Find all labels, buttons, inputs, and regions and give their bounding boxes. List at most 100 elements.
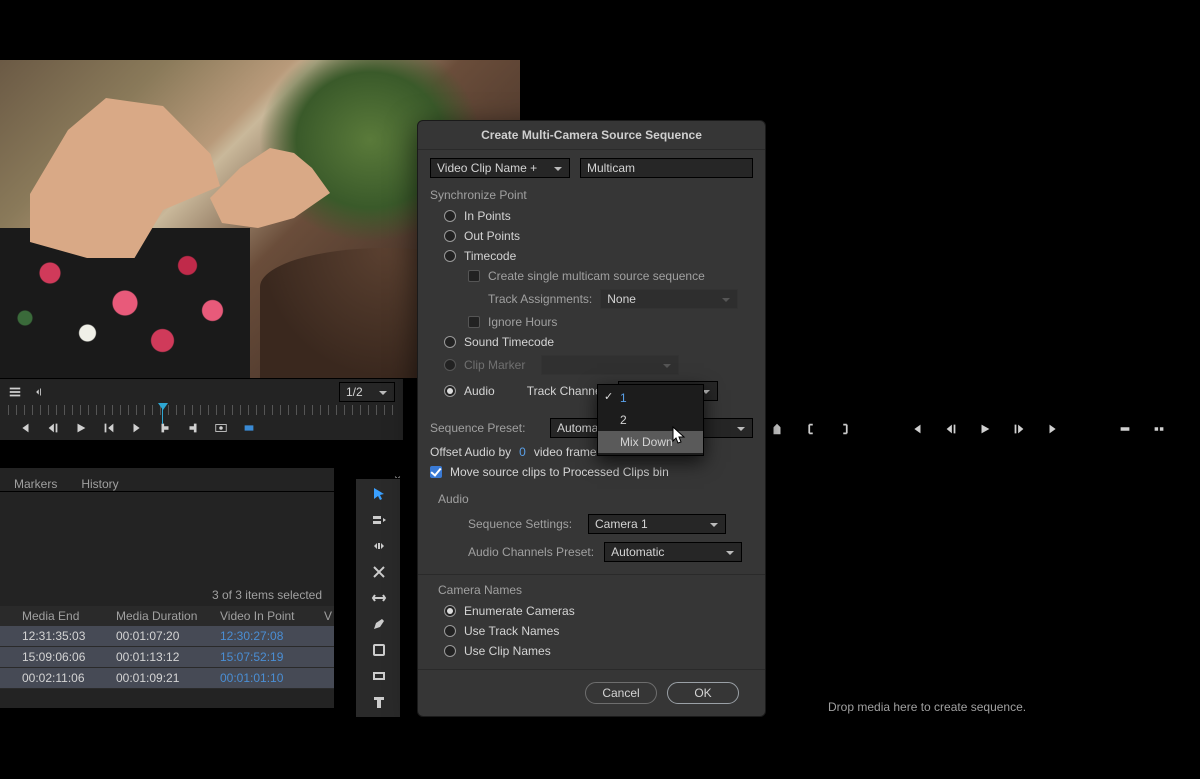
option-label: In Points [464,209,511,223]
cell-media-duration: 00:01:07:20 [116,629,216,643]
tab-markers[interactable]: Markers [14,477,57,491]
clipname-mode-select[interactable]: Video Clip Name + [430,158,570,178]
tab-history[interactable]: History [81,477,118,491]
go-to-in-icon[interactable] [910,422,924,436]
project-row[interactable]: 12:31:35:03 00:01:07:20 12:30:27:08 [0,626,334,647]
option-label: Out Points [464,229,520,243]
insert-icon[interactable] [242,421,256,435]
cell-video-in: 15:07:52:19 [220,650,320,664]
radio-icon [444,250,456,262]
sequence-name-input[interactable]: Multicam [580,158,753,178]
multicam-dialog: Create Multi-Camera Source Sequence Vide… [417,120,766,717]
radio-icon [444,336,456,348]
audio-channels-preset-value: Automatic [611,545,664,559]
play-icon[interactable] [74,421,88,435]
chevron-down-icon [662,360,672,370]
cell-media-end: 00:02:11:06 [22,671,112,685]
cancel-button[interactable]: Cancel [585,682,657,704]
option-label: Use Clip Names [464,644,551,658]
step-forward-icon[interactable] [102,421,116,435]
offset-audio-value[interactable]: 0 [519,445,526,459]
mark-in-brace-icon[interactable] [804,422,818,436]
razor-tool-icon[interactable] [360,561,398,583]
dropdown-item-label: Mix Down [620,435,673,449]
mark-in-icon[interactable] [158,421,172,435]
ripple-edit-tool-icon[interactable] [360,535,398,557]
sync-audio-option[interactable]: Audio Track Channel 1 [430,378,753,404]
timecode-single-source-option: Create single multicam source sequence [430,266,753,286]
chevron-down-icon [725,547,735,557]
export-frame-icon[interactable] [214,421,228,435]
monitor-time-ruler[interactable] [8,405,395,415]
go-to-out-icon[interactable] [1046,422,1060,436]
use-track-names-option[interactable]: Use Track Names [430,621,753,641]
step-back-icon[interactable] [944,422,958,436]
col-video-in[interactable]: Video In Point [220,609,320,623]
col-v[interactable]: V [324,609,344,623]
track-channel-dropdown[interactable]: 1 2 Mix Down [597,384,704,456]
dropdown-item[interactable]: 2 [598,409,703,431]
mark-out-brace-icon[interactable] [838,422,852,436]
playhead-icon[interactable] [158,403,168,410]
go-to-in-icon[interactable] [18,421,32,435]
preview-person [0,98,260,378]
radio-icon [444,625,456,637]
sequence-name-value: Multicam [587,161,635,175]
offset-audio-label: Offset Audio by [430,445,511,459]
sync-sound-timecode-option[interactable]: Sound Timecode [430,332,753,352]
radio-icon [444,385,456,397]
sequence-settings-select[interactable]: Camera 1 [588,514,726,534]
dropdown-item[interactable]: Mix Down [598,431,703,453]
col-media-duration[interactable]: Media Duration [116,609,216,623]
sync-clip-marker-option: Clip Marker [430,352,753,378]
extract-icon[interactable] [1152,422,1166,436]
pen-tool-icon[interactable] [360,613,398,635]
clipname-mode-value: Video Clip Name + [437,161,537,175]
source-transport [0,415,403,441]
chevron-down-icon [378,387,388,397]
project-row[interactable]: 15:09:06:06 00:01:13:12 15:07:52:19 [0,647,334,668]
add-marker-icon[interactable] [770,422,784,436]
project-columns-header: Media End Media Duration Video In Point … [0,606,334,626]
selection-tool-icon[interactable] [360,483,398,505]
play-icon[interactable] [978,422,992,436]
move-source-clips-option[interactable]: Move source clips to Processed Clips bin [430,462,753,482]
hand-tool-icon[interactable] [360,639,398,661]
ok-button[interactable]: OK [667,682,739,704]
sync-timecode-option[interactable]: Timecode [430,246,753,266]
clip-marker-select [541,355,679,375]
project-selection-status: 3 of 3 items selected [0,580,334,606]
use-clip-names-option[interactable]: Use Clip Names [430,641,753,661]
audio-section-label: Audio [430,492,753,506]
chevron-down-icon [553,163,563,173]
project-row[interactable]: 00:02:11:06 00:01:09:21 00:01:01:10 [0,668,334,689]
audio-channels-preset-select[interactable]: Automatic [604,542,742,562]
col-media-end[interactable]: Media End [22,609,112,623]
radio-icon [444,210,456,222]
slip-tool-icon[interactable] [360,587,398,609]
step-back-icon[interactable] [46,421,60,435]
step-forward-icon[interactable] [1012,422,1026,436]
zoom-fit-select[interactable]: 1/2 [339,382,395,402]
mark-out-icon[interactable] [186,421,200,435]
list-view-icon[interactable] [8,385,22,399]
type-tool-icon[interactable] [360,691,398,713]
dropdown-item-label: 2 [620,413,627,427]
offset-audio-suffix: video frames. [534,445,606,459]
rectangle-tool-icon[interactable] [360,665,398,687]
track-assignments-select: None [600,289,738,309]
marker-drag-icon[interactable] [30,385,44,399]
track-select-tool-icon[interactable] [360,509,398,531]
sequence-settings-value: Camera 1 [595,517,648,531]
chevron-down-icon [736,423,746,433]
option-label: Audio [464,384,495,398]
dropdown-item[interactable]: 1 [598,387,703,409]
go-to-out-icon[interactable] [130,421,144,435]
lift-icon[interactable] [1118,422,1132,436]
sync-out-points-option[interactable]: Out Points [430,226,753,246]
sync-in-points-option[interactable]: In Points [430,206,753,226]
checkbox-icon [468,270,480,282]
track-assignments-row: Track Assignments: None [430,286,753,312]
sequence-settings-label: Sequence Settings: [468,517,578,531]
enumerate-cameras-option[interactable]: Enumerate Cameras [430,601,753,621]
